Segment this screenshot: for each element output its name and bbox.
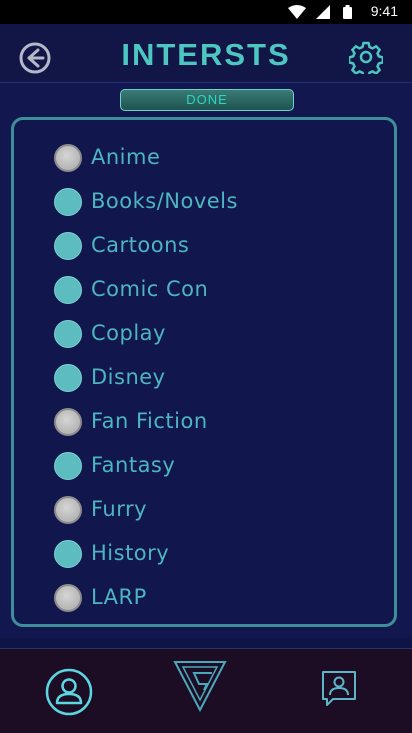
header: INTERSTS: [0, 24, 412, 83]
gear-icon[interactable]: [349, 40, 383, 74]
interest-label: History: [91, 541, 170, 565]
user-icon[interactable]: [44, 667, 94, 717]
status-bar: 9:41: [0, 0, 412, 24]
status-time: 9:41: [370, 3, 398, 19]
radio-selected[interactable]: [54, 364, 82, 392]
signal-icon: [316, 5, 330, 19]
triangle-logo-icon[interactable]: [172, 659, 228, 713]
bottom-nav: [0, 648, 412, 733]
done-button[interactable]: DONE: [120, 89, 294, 111]
radio-unselected[interactable]: [54, 144, 82, 172]
radio-selected[interactable]: [54, 452, 82, 480]
radio-unselected[interactable]: [54, 408, 82, 436]
interest-label: Disney: [91, 365, 166, 389]
interest-label: Anime: [91, 145, 161, 169]
radio-selected[interactable]: [54, 188, 82, 216]
interest-label: Fan Fiction: [91, 409, 208, 433]
radio-selected[interactable]: [54, 540, 82, 568]
interest-label: LARP: [91, 585, 147, 609]
interest-label: Books/Novels: [91, 189, 238, 213]
radio-selected[interactable]: [54, 320, 82, 348]
radio-unselected[interactable]: [54, 584, 82, 612]
interest-label: Fantasy: [91, 453, 176, 477]
radio-unselected[interactable]: [54, 496, 82, 524]
interest-label: Coplay: [91, 321, 166, 345]
interest-label: Cartoons: [91, 233, 190, 257]
wifi-icon: [288, 5, 306, 19]
interest-label: Furry: [91, 497, 148, 521]
interest-label: Comic Con: [91, 277, 209, 301]
radio-selected[interactable]: [54, 276, 82, 304]
battery-icon: [343, 5, 352, 19]
radio-selected[interactable]: [54, 232, 82, 260]
contact-card-icon[interactable]: [320, 669, 358, 707]
